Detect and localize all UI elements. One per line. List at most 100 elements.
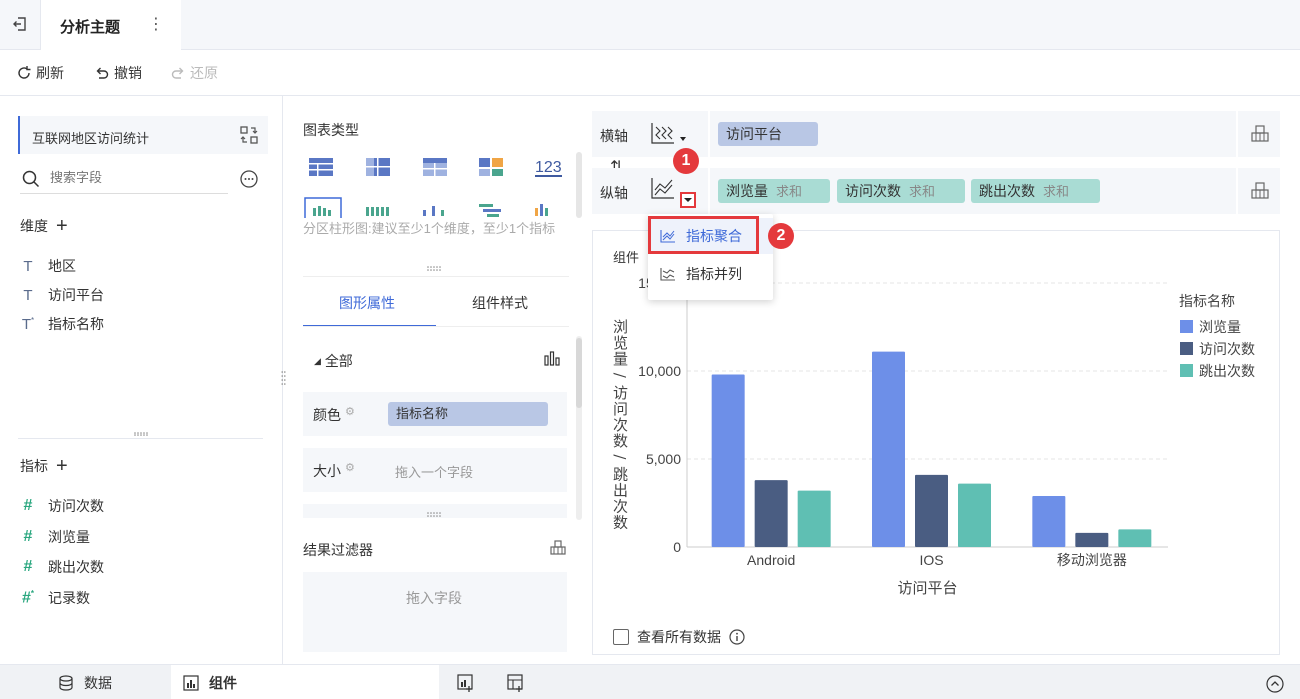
- measure-field[interactable]: # 跳出次数: [20, 557, 104, 577]
- table-chart-icon[interactable]: [309, 158, 333, 176]
- dimensions-title: 维度: [20, 218, 48, 234]
- tab-graphic-properties[interactable]: 图形属性: [339, 293, 395, 313]
- text-type-icon: T: [23, 286, 33, 304]
- color-field-pill[interactable]: 指标名称: [388, 402, 548, 426]
- filter-title: 结果过滤器: [303, 542, 373, 558]
- bar: [1075, 532, 1109, 547]
- menu-item-metric-parallel[interactable]: 指标并列: [648, 256, 773, 292]
- tab-component[interactable]: 组件: [171, 665, 439, 699]
- number-type-icon: #: [23, 497, 33, 514]
- settings-gear-icon[interactable]: ⚙: [345, 405, 355, 418]
- y-axis-field-pill[interactable]: 访问次数 求和: [837, 179, 965, 203]
- tab-component-style[interactable]: 组件样式: [472, 293, 528, 313]
- measure-field[interactable]: # 访问次数: [20, 496, 104, 516]
- bar-chart-icon[interactable]: [544, 350, 560, 366]
- view-all-data[interactable]: 查看所有数据: [613, 627, 745, 647]
- step-badge: 2: [768, 223, 794, 249]
- undo-icon: [96, 67, 109, 79]
- search-icon: [22, 170, 40, 188]
- redo-icon: [171, 67, 184, 79]
- property-tabs: 图形属性 组件样式: [303, 276, 569, 327]
- chart-config-panel: 图表类型 123 分区柱形图:建议至少1个维度，至少1个指标 图形属性 组件样式…: [284, 96, 590, 664]
- legend-title: 指标名称: [1179, 294, 1235, 310]
- x-tick-label: Android: [747, 552, 795, 568]
- property-scrollbar[interactable]: [576, 338, 582, 408]
- more-options-icon[interactable]: [240, 170, 258, 191]
- add-dimension-icon[interactable]: +: [56, 216, 68, 236]
- kpi-number-icon[interactable]: 123: [535, 159, 562, 177]
- measures-header: 指标 +: [20, 456, 68, 476]
- redo-button[interactable]: 还原: [170, 63, 218, 83]
- tab-data[interactable]: 数据: [58, 665, 112, 699]
- dashboard-chart-icon[interactable]: [479, 158, 503, 176]
- undo-button[interactable]: 撤销: [94, 63, 142, 83]
- resize-handle[interactable]: [427, 266, 443, 271]
- page-title: 分析主题: [60, 19, 121, 36]
- multi-bar-chart-icon[interactable]: [535, 204, 548, 216]
- resize-handle[interactable]: [133, 432, 153, 436]
- detail-table-icon[interactable]: [423, 158, 447, 176]
- add-dashboard-icon[interactable]: [507, 674, 525, 692]
- search-box[interactable]: [20, 166, 228, 194]
- axis-settings-icon[interactable]: [1250, 180, 1270, 200]
- dimension-field[interactable]: T 地区: [20, 256, 76, 276]
- exit-icon[interactable]: [8, 12, 32, 36]
- refresh-button[interactable]: 刷新: [16, 63, 64, 83]
- filter-settings-icon[interactable]: [549, 538, 567, 556]
- measure-field[interactable]: #* 记录数: [20, 588, 90, 608]
- view-all-checkbox[interactable]: [613, 629, 629, 645]
- field-label: 地区: [48, 258, 76, 274]
- y-axis-title: 浏览量 / 访问次数 / 跳出次数: [611, 319, 629, 530]
- axis-settings-icon[interactable]: [1250, 123, 1270, 143]
- add-component-icon[interactable]: [457, 674, 475, 692]
- add-measure-icon[interactable]: +: [56, 456, 68, 476]
- settings-gear-icon[interactable]: ⚙: [345, 461, 355, 474]
- axis-dropdown-toggle[interactable]: [680, 192, 696, 208]
- switch-dataset-icon[interactable]: [240, 126, 258, 147]
- tab-label: 组件: [209, 674, 237, 691]
- redo-label: 还原: [190, 65, 218, 81]
- view-all-label: 查看所有数据: [637, 629, 721, 645]
- x-axis-field-pill[interactable]: 访问平台: [718, 122, 818, 146]
- field-label: 指标名称: [48, 316, 104, 332]
- measure-field[interactable]: # 浏览量: [20, 527, 90, 547]
- grouped-bar-chart-icon[interactable]: [423, 206, 444, 216]
- all-section-toggle[interactable]: ◢ 全部: [314, 351, 353, 371]
- dimensions-header: 维度 +: [20, 216, 68, 236]
- resize-handle[interactable]: [427, 512, 443, 517]
- info-icon[interactable]: [729, 629, 745, 645]
- bar: [958, 483, 991, 547]
- size-property-row[interactable]: 大小 ⚙ 拖入一个字段: [303, 448, 567, 492]
- y-axis-field-pill[interactable]: 跳出次数 求和: [971, 179, 1100, 203]
- legend-label: 浏览量: [1199, 320, 1241, 336]
- bar: [872, 351, 905, 547]
- divider: [708, 168, 710, 214]
- highlight-box: [648, 216, 759, 254]
- dimension-field[interactable]: T 访问平台: [20, 285, 104, 305]
- horizontal-bar-chart-icon[interactable]: [479, 204, 501, 217]
- svg-text:123: 123: [535, 159, 562, 176]
- color-property-row[interactable]: 颜色 ⚙ 指标名称: [303, 392, 567, 436]
- y-tick-label: 0: [673, 539, 681, 555]
- stacked-bar-chart-icon[interactable]: [366, 207, 389, 216]
- y-axis-field-pill[interactable]: 浏览量 求和: [718, 179, 830, 203]
- collapse-up-icon[interactable]: [1266, 675, 1284, 693]
- more-vertical-icon[interactable]: ⋮: [148, 14, 164, 34]
- field-label: 跳出次数: [48, 559, 104, 575]
- legend-label: 跳出次数: [1199, 364, 1255, 380]
- dimension-field[interactable]: T* 指标名称: [20, 314, 104, 334]
- y-axis-chart-mode-icon[interactable]: [650, 176, 678, 202]
- field-panel: 互联网地区访问统计 维度 + T 地区 T 访问平台 T* 指标名称 指标 + …: [0, 96, 283, 664]
- chart-type-title: 图表类型: [303, 122, 359, 138]
- y-field-name: 浏览量: [726, 183, 768, 199]
- legend-swatch: [1180, 320, 1193, 333]
- x-axis-label: 横轴: [600, 128, 628, 144]
- filter-drop-zone[interactable]: 拖入字段: [303, 572, 567, 652]
- dataset-selector[interactable]: 互联网地区访问统计: [18, 116, 268, 154]
- x-axis-chart-mode-icon[interactable]: [650, 121, 686, 147]
- chart-type-scrollbar[interactable]: [576, 152, 582, 218]
- parallel-chart-icon: [660, 268, 675, 281]
- cross-table-icon[interactable]: [366, 158, 390, 176]
- search-input[interactable]: [50, 170, 220, 185]
- bar: [797, 490, 831, 547]
